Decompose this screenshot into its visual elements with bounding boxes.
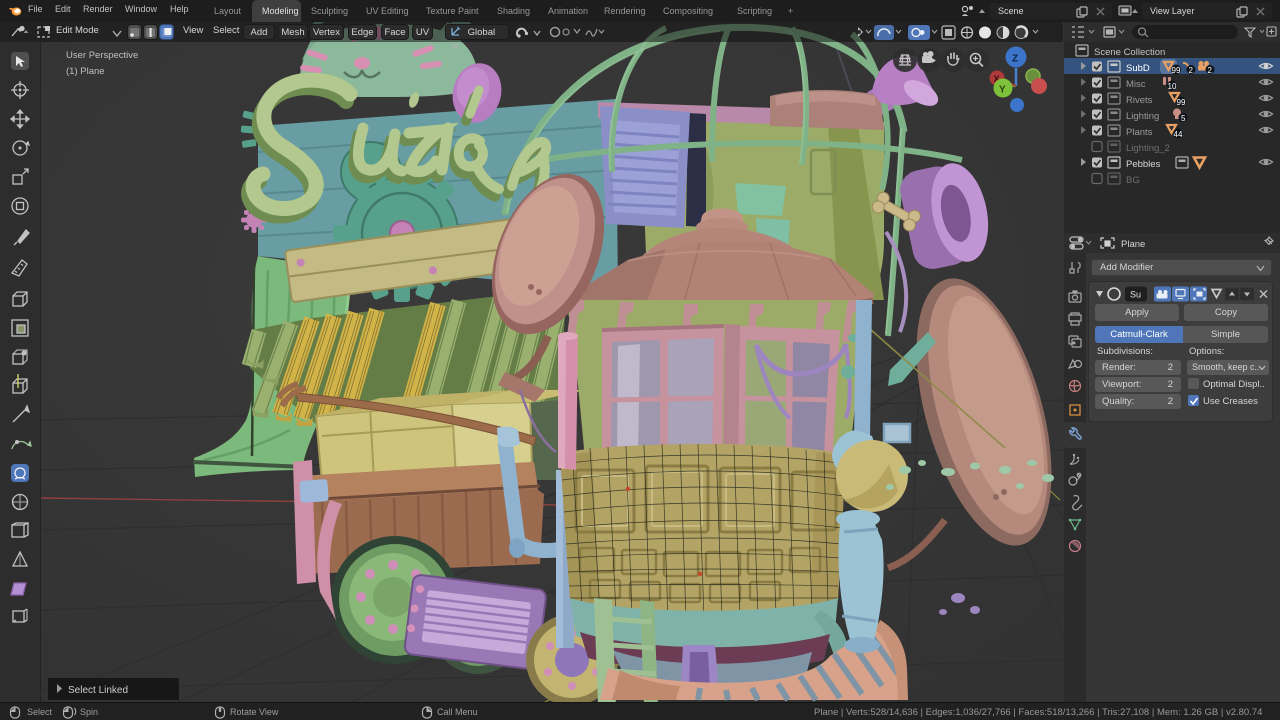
svg-text:BG: BG (1126, 175, 1140, 186)
svg-text:99: 99 (1177, 98, 1186, 107)
svg-text:Lighting: Lighting (1126, 111, 1159, 122)
svg-text:Y: Y (999, 85, 1006, 96)
svg-text:5: 5 (1181, 114, 1186, 123)
svg-text:Select Linked: Select Linked (68, 685, 128, 696)
svg-text:Plane: Plane (1121, 239, 1145, 250)
svg-text:2: 2 (1208, 66, 1213, 75)
svg-text:Plants: Plants (1126, 127, 1153, 138)
svg-text:(1) Plane: (1) Plane (66, 66, 105, 77)
svg-text:Su: Su (1130, 290, 1141, 300)
svg-text:Scene Collection: Scene Collection (1094, 47, 1165, 58)
svg-text:44: 44 (1174, 130, 1183, 139)
svg-text:Z: Z (1012, 54, 1018, 65)
svg-text:SubD: SubD (1126, 63, 1150, 74)
svg-text:Misc: Misc (1126, 79, 1146, 90)
svg-text:Rivets: Rivets (1126, 95, 1153, 106)
svg-text:Pebbles: Pebbles (1126, 159, 1161, 170)
svg-text:User Perspective: User Perspective (66, 50, 138, 61)
svg-text:99: 99 (1172, 66, 1181, 75)
svg-text:2: 2 (1189, 66, 1194, 75)
svg-text:10: 10 (1168, 82, 1177, 91)
svg-text:Lighting_2: Lighting_2 (1126, 143, 1170, 154)
